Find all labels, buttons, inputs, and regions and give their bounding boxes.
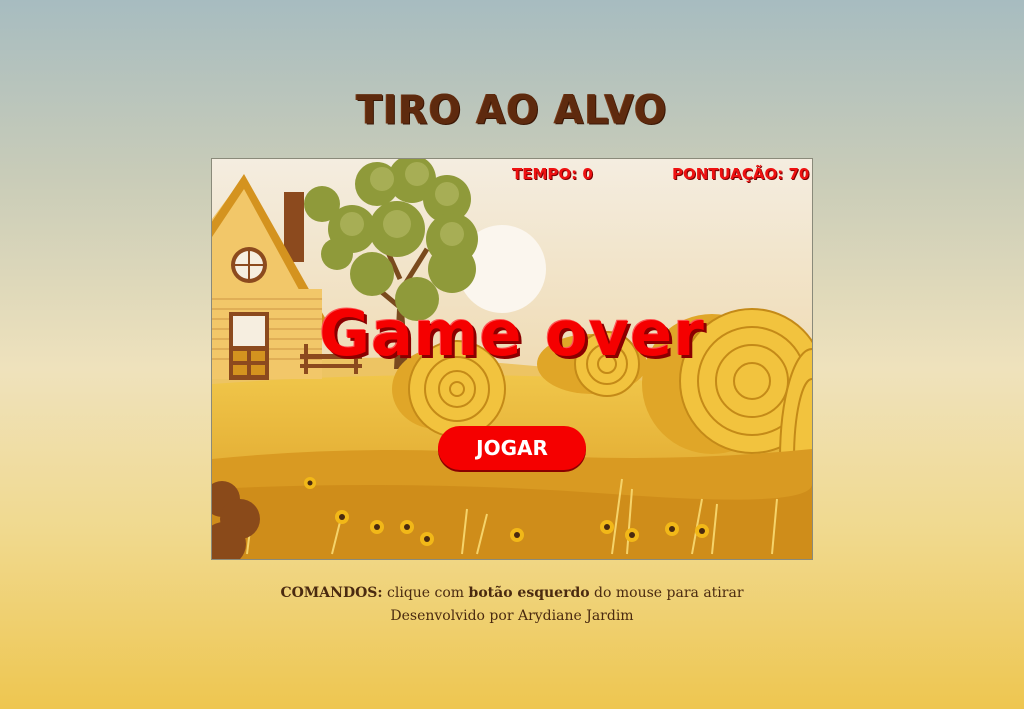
commands-line: COMANDOS: clique com botão esquerdo do m… [0, 585, 1024, 601]
game-canvas[interactable]: TEMPO: 0 PONTUAÇÃO: 70 Game over JOGAR [211, 158, 813, 560]
commands-label: COMANDOS: [280, 585, 383, 601]
credits-line: Desenvolvido por Arydiane Jardim [390, 608, 634, 624]
play-button[interactable]: JOGAR [438, 426, 586, 470]
commands-text-2: do mouse para atirar [594, 585, 744, 601]
game-over-text: Game over [319, 297, 705, 370]
page-title: TIRO AO ALVO [356, 86, 668, 134]
commands-bold: botão esquerdo [468, 585, 590, 601]
time-counter: TEMPO: 0 [512, 165, 593, 183]
commands-text-1: clique com [387, 585, 465, 601]
score-counter: PONTUAÇÃO: 70 [672, 165, 810, 183]
